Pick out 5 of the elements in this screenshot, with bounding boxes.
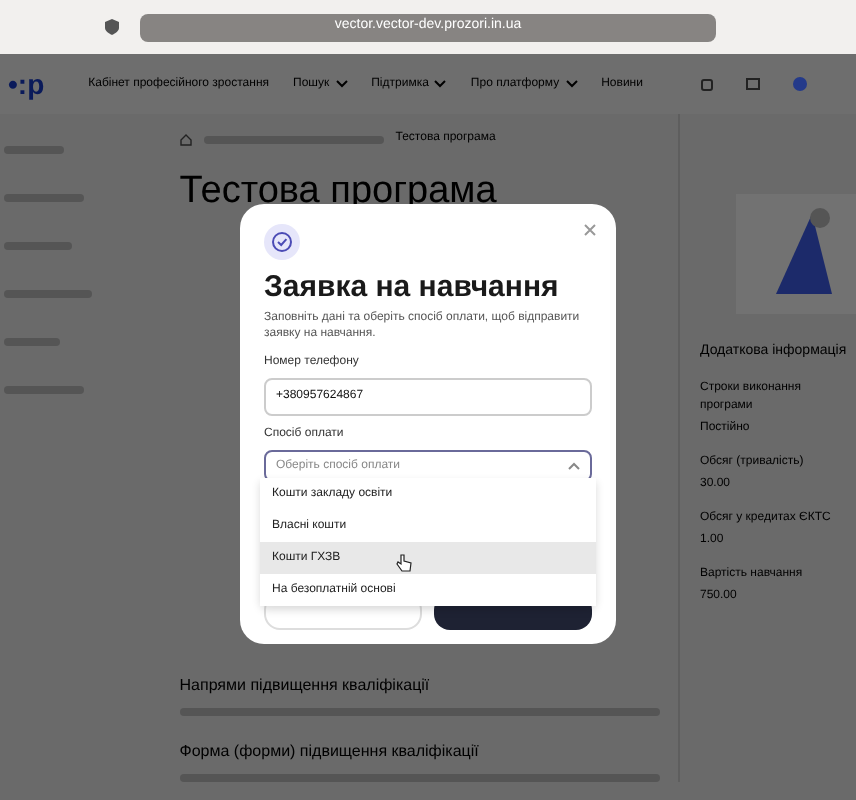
modal-title: Заявка на навчання [264,270,561,306]
page-title: Тестова програма [179,168,499,216]
section-title: Форма (форми) підвищення кваліфікації [179,739,481,763]
section-title: Напрями підвищення кваліфікації [179,673,432,697]
logo[interactable]: •:p [8,63,45,105]
